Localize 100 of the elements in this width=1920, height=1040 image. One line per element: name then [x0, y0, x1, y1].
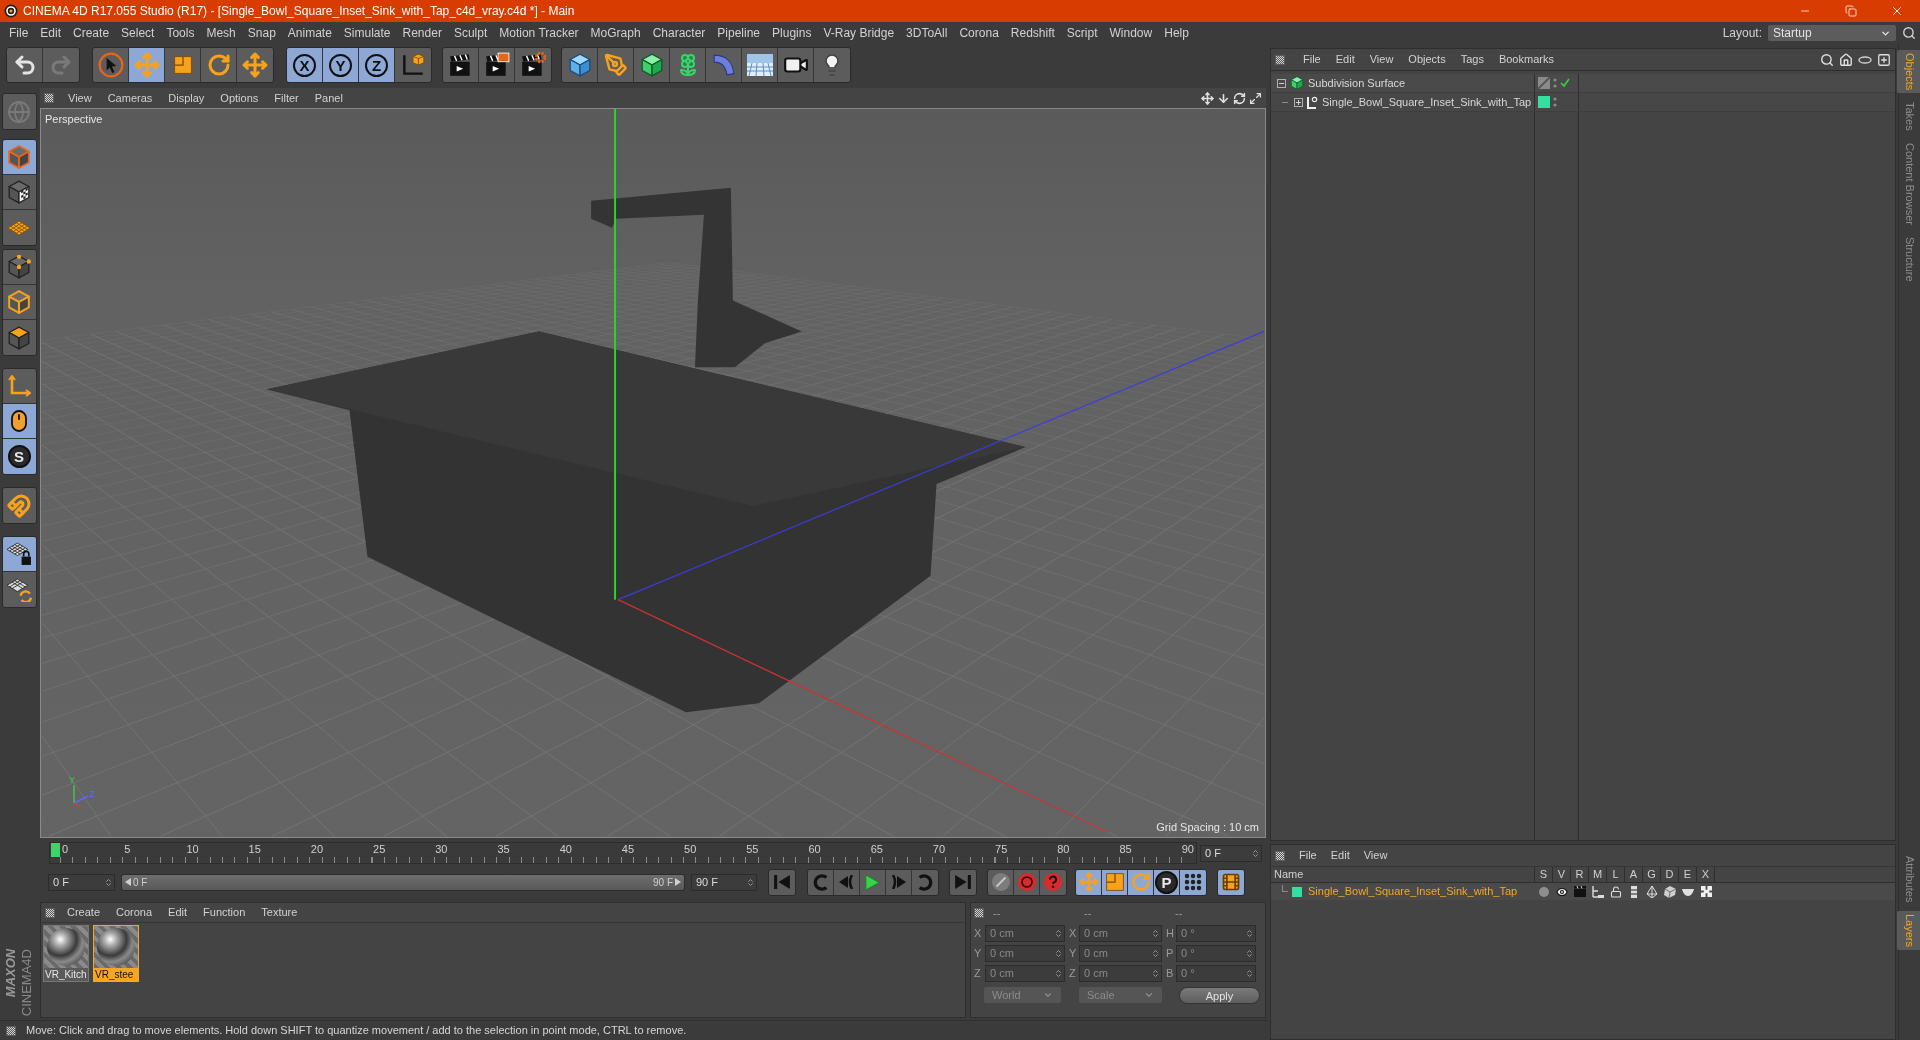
menu-item[interactable]: Edit: [40, 24, 62, 42]
points-mode-button[interactable]: [2, 250, 36, 285]
menu-item[interactable]: Corona: [116, 904, 153, 921]
snap-button[interactable]: S: [2, 439, 36, 474]
model-mode-button[interactable]: [2, 140, 36, 175]
two-dots-icon[interactable]: [1553, 78, 1557, 88]
menu-item[interactable]: Tags: [1460, 51, 1484, 68]
four-way-arrow-icon[interactable]: [1201, 91, 1214, 105]
menu-item[interactable]: V-Ray Bridge: [823, 24, 895, 42]
cross-shape-icon[interactable]: [1700, 886, 1712, 897]
spinner-arrows-icon[interactable]: [1245, 947, 1254, 959]
current-frame-field[interactable]: 0 F: [1200, 844, 1262, 862]
floor-button[interactable]: [742, 48, 778, 82]
menu-item[interactable]: Filter: [274, 89, 299, 107]
subdivision-surface-button[interactable]: [634, 48, 670, 82]
bowl-icon[interactable]: [1682, 887, 1694, 896]
pyramid-icon[interactable]: [1646, 885, 1658, 898]
autokey-button[interactable]: [1040, 869, 1066, 895]
dot-icon[interactable]: [1539, 886, 1549, 897]
striped-bar-icon[interactable]: [1631, 885, 1637, 898]
side-tab[interactable]: Objects: [1896, 50, 1920, 94]
search-icon[interactable]: [1820, 52, 1834, 67]
playhead-marker[interactable]: [51, 843, 60, 857]
pen-button[interactable]: [598, 48, 634, 82]
lock-workplane-button[interactable]: [2, 537, 36, 572]
viewport-canvas[interactable]: Perspective Y Z Grid Spacing : 10 cm: [40, 108, 1266, 838]
collapse-icon[interactable]: [1277, 78, 1286, 88]
tweak-mode-button[interactable]: [2, 404, 36, 439]
menu-item[interactable]: Pipeline: [717, 24, 761, 42]
menu-item[interactable]: File: [1299, 847, 1317, 864]
menu-item[interactable]: View: [1363, 847, 1388, 864]
object-row[interactable]: Single_Bowl_Square_Inset_Sink_with_Tap: [1271, 93, 1895, 112]
down-arrow-icon[interactable]: [1217, 91, 1230, 105]
rotate-button[interactable]: [201, 48, 237, 82]
menu-item[interactable]: Corona: [959, 24, 999, 42]
menu-item[interactable]: View: [68, 89, 92, 107]
timeline-button[interactable]: [1218, 869, 1244, 895]
panel-grip-icon[interactable]: [44, 93, 54, 103]
workplane-mode-button[interactable]: [2, 210, 36, 245]
menu-item[interactable]: Plugins: [772, 24, 812, 42]
spinner-arrows-icon[interactable]: [1054, 947, 1063, 959]
menu-item[interactable]: Select: [121, 24, 155, 42]
spinner-arrows-icon[interactable]: [1151, 947, 1160, 959]
move-button[interactable]: [129, 48, 165, 82]
menu-item[interactable]: Function: [203, 904, 246, 921]
menu-item[interactable]: Objects: [1408, 51, 1446, 68]
menu-item[interactable]: Mesh: [206, 24, 236, 42]
menu-item[interactable]: Display: [168, 89, 205, 107]
shaded-cube-icon[interactable]: [1664, 885, 1676, 898]
magnet-button[interactable]: [2, 488, 36, 523]
transform-button[interactable]: [237, 48, 273, 82]
object-row[interactable]: Subdivision Surface: [1271, 74, 1895, 93]
menu-item[interactable]: Help: [1164, 24, 1189, 42]
panel-grip-icon[interactable]: [6, 1025, 16, 1036]
spinner-arrows-icon[interactable]: [1151, 967, 1160, 979]
live-selection-button[interactable]: [93, 48, 129, 82]
panel-grip-icon[interactable]: [1275, 54, 1285, 65]
undo-button[interactable]: [7, 48, 43, 82]
menu-item[interactable]: Panel: [314, 89, 343, 107]
axis-lock-button[interactable]: Z: [359, 48, 395, 82]
spinner-arrows-icon[interactable]: [1245, 967, 1254, 979]
plus-square-icon[interactable]: [1877, 52, 1891, 67]
play-button[interactable]: [860, 869, 886, 895]
spinner-arrows-icon[interactable]: [104, 876, 113, 888]
spinner-arrows-icon[interactable]: [746, 876, 755, 888]
menu-item[interactable]: Cameras: [107, 89, 153, 107]
record-rotation-button[interactable]: [1128, 869, 1154, 895]
menu-item[interactable]: Create: [67, 904, 101, 921]
material-thumbnail[interactable]: VR_Kitch: [43, 925, 89, 982]
open-lock-icon[interactable]: [1610, 885, 1622, 898]
panel-grip-icon[interactable]: [45, 907, 55, 918]
hierarchy-icon[interactable]: [1592, 885, 1604, 898]
menu-item[interactable]: Texture: [261, 904, 298, 921]
rotate-arrows-icon[interactable]: [1233, 91, 1246, 105]
frame-range-track[interactable]: 0 F 90 F: [121, 873, 685, 891]
record-scale-button[interactable]: [1102, 869, 1128, 895]
texture-mode-button[interactable]: [2, 175, 36, 210]
record-position-button[interactable]: [1076, 869, 1102, 895]
render-view-button[interactable]: [443, 48, 479, 82]
color-swatch-icon[interactable]: [1538, 96, 1550, 108]
ellipse-icon[interactable]: [1858, 55, 1872, 64]
coordinate-system-button[interactable]: [395, 48, 431, 82]
side-tab[interactable]: Attributes: [1896, 852, 1920, 905]
keyframe-selection-button[interactable]: [988, 869, 1014, 895]
spinner-arrows-icon[interactable]: [1251, 847, 1260, 859]
menu-item[interactable]: File: [9, 24, 29, 42]
end-frame-field[interactable]: 90 F: [691, 873, 757, 891]
menu-item[interactable]: Options: [220, 89, 259, 107]
eye-icon[interactable]: [1556, 885, 1568, 898]
record-button[interactable]: [1014, 869, 1040, 895]
menu-item[interactable]: Tools: [166, 24, 195, 42]
menu-item[interactable]: Window: [1109, 24, 1153, 42]
spinner-arrows-icon[interactable]: [1054, 927, 1063, 939]
menu-item[interactable]: Simulate: [343, 24, 391, 42]
workplane-button[interactable]: [2, 572, 36, 607]
menu-item[interactable]: Character: [652, 24, 706, 42]
spinner-arrows-icon[interactable]: [1054, 967, 1063, 979]
two-dots-icon[interactable]: [1553, 97, 1557, 107]
side-tab[interactable]: Takes: [1896, 99, 1920, 135]
sink-with-tap-model[interactable]: [266, 187, 1026, 713]
